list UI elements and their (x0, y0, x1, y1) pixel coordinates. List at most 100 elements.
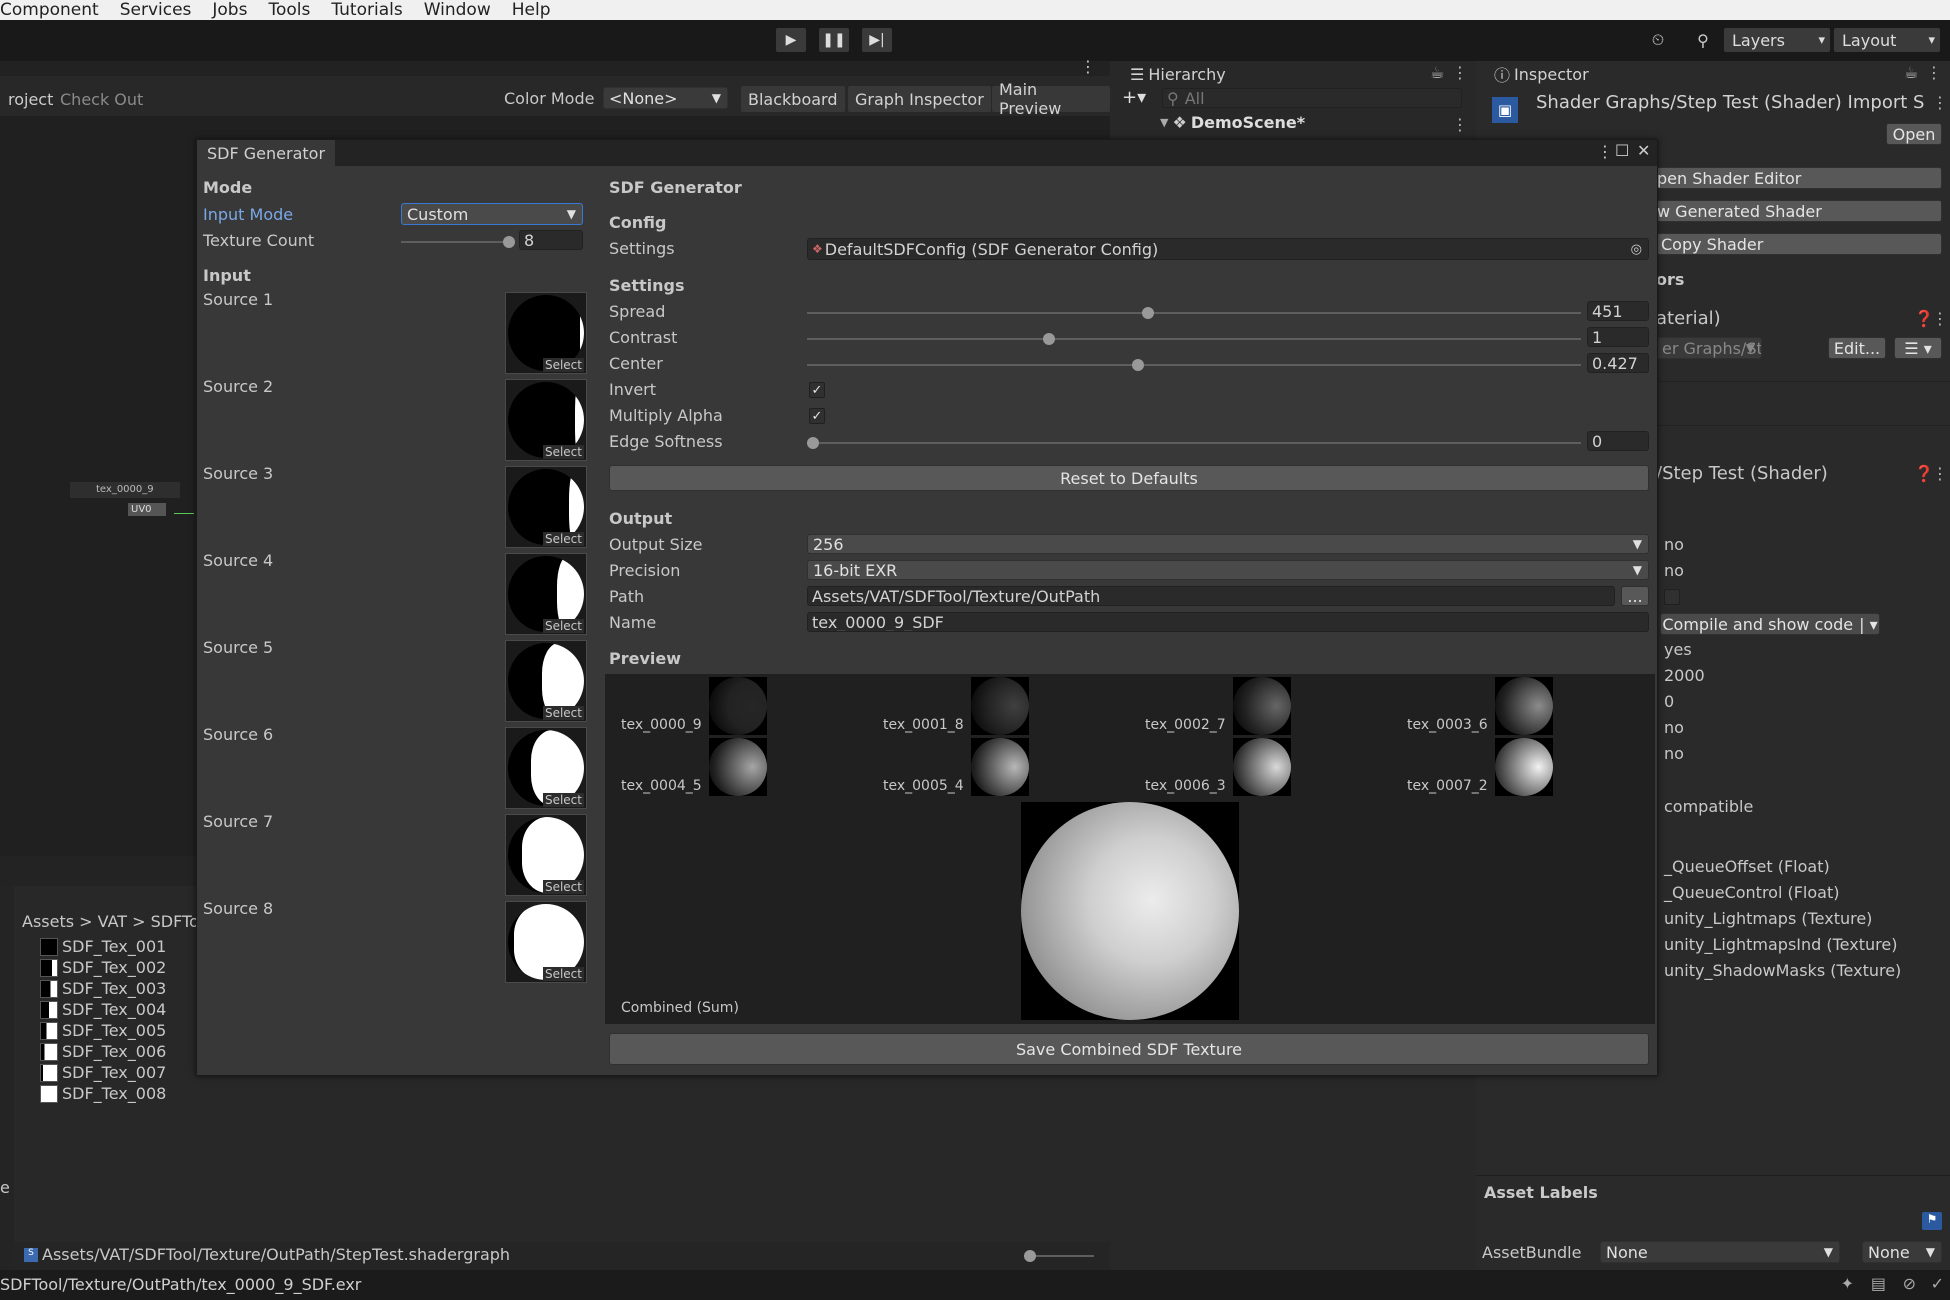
check-icon[interactable]: ✓ (1931, 1274, 1944, 1293)
name-input[interactable]: tex_0000_9_SDF (807, 612, 1649, 632)
edge-softness-slider[interactable] (807, 442, 1581, 444)
precision-dropdown[interactable]: 16-bit EXR ▼ (807, 560, 1649, 580)
invert-checkbox[interactable]: ✓ (809, 382, 825, 398)
hierarchy-search-input[interactable]: ⚲ All (1162, 88, 1462, 108)
texture-count-slider-handle[interactable] (503, 236, 515, 248)
graph-uv-port[interactable]: UV0 (128, 503, 166, 516)
help-icon[interactable]: ❓ (1914, 309, 1934, 328)
step-button[interactable]: ▶| (862, 28, 892, 52)
select-label[interactable]: Select (542, 445, 584, 459)
play-button[interactable]: ▶ (776, 28, 806, 52)
shader-graph-dropdown[interactable]: er Graphs/StepTes▼ (1656, 337, 1762, 359)
graph-inspector-button[interactable]: Graph Inspector (848, 86, 991, 112)
settings-object-field[interactable]: ❖ DefaultSDFConfig (SDF Generator Config)… (807, 238, 1649, 260)
menu-tutorials[interactable]: Tutorials (331, 0, 402, 20)
main-preview-button[interactable]: Main Preview (992, 80, 1110, 118)
layout-dropdown[interactable]: Layout (1834, 28, 1940, 52)
contrast-input[interactable]: 1 (1587, 327, 1649, 347)
window-tab[interactable]: SDF Generator (197, 140, 336, 166)
contrast-slider-handle[interactable] (1043, 333, 1056, 345)
list-item[interactable]: SDF_Tex_001 (40, 936, 166, 957)
blackboard-button[interactable]: Blackboard (741, 86, 845, 112)
texture-count-slider[interactable] (401, 241, 513, 243)
multiply-alpha-checkbox[interactable]: ✓ (809, 408, 825, 424)
list-item[interactable]: SDF_Tex_006 (40, 1041, 166, 1062)
list-item[interactable]: SDF_Tex_008 (40, 1083, 166, 1104)
source-texture-field[interactable]: Select (505, 379, 587, 461)
edit-button[interactable]: Edit... (1828, 337, 1886, 359)
expand-icon[interactable]: ▼ (1160, 116, 1168, 129)
source-texture-field[interactable]: Select (505, 292, 587, 374)
material-menu-icon[interactable]: ⋮ (1932, 309, 1948, 328)
select-label[interactable]: Select (542, 880, 584, 894)
view-generated-shader-button[interactable]: w Generated Shader (1656, 200, 1942, 222)
select-label[interactable]: Select (542, 706, 584, 720)
tab-inspector[interactable]: ⓘ Inspector (1486, 61, 1597, 87)
prop-checkbox[interactable] (1664, 589, 1680, 605)
menu-services[interactable]: Services (120, 0, 192, 20)
browse-button[interactable]: ... (1621, 586, 1649, 606)
menu-tools[interactable]: Tools (268, 0, 310, 20)
center-input[interactable]: 0.427 (1587, 353, 1649, 373)
source-texture-field[interactable]: Select (505, 901, 587, 983)
cache-icon[interactable]: ▤ (1871, 1274, 1886, 1293)
menu-help[interactable]: Help (512, 0, 551, 20)
tag-icon[interactable]: ⚑ (1922, 1212, 1942, 1230)
contrast-slider[interactable] (807, 338, 1581, 340)
source-texture-field[interactable]: Select (505, 640, 587, 722)
breadcrumb-vat[interactable]: VAT (98, 912, 127, 931)
window-menu-icon[interactable]: ⋮ (1597, 142, 1613, 161)
shader-menu-icon[interactable]: ⋮ (1932, 464, 1948, 483)
select-label[interactable]: Select (542, 793, 584, 807)
close-icon[interactable]: ✕ (1637, 141, 1650, 160)
center-slider[interactable] (807, 364, 1581, 366)
menu-component[interactable]: Component (0, 0, 99, 20)
spread-slider-handle[interactable] (1142, 307, 1155, 319)
center-slider-handle[interactable] (1132, 359, 1145, 371)
select-label[interactable]: Select (542, 967, 584, 981)
texture-count-input[interactable]: 8 (519, 230, 583, 250)
lock-icon[interactable]: ☕ (1904, 63, 1918, 82)
select-label[interactable]: Select (542, 619, 584, 633)
breadcrumb-sdftool[interactable]: SDFTo (151, 912, 199, 931)
layers-dropdown[interactable]: Layers (1724, 28, 1830, 52)
menu-jobs[interactable]: Jobs (212, 0, 247, 20)
scene-menu-icon[interactable]: ⋮ (1452, 115, 1468, 134)
search-button[interactable]: ⚲ (1688, 28, 1718, 52)
breadcrumb-assets[interactable]: Assets (22, 912, 74, 931)
menu-window[interactable]: Window (424, 0, 491, 20)
assetbundle-dropdown[interactable]: None ▼ (1600, 1241, 1840, 1263)
edge-softness-input[interactable]: 0 (1587, 431, 1649, 451)
spread-slider[interactable] (807, 312, 1581, 314)
maximize-icon[interactable]: ☐ (1615, 141, 1629, 160)
bug-icon[interactable]: ✦ (1841, 1274, 1854, 1293)
pause-button[interactable]: ❚❚ (819, 28, 849, 52)
add-icon[interactable]: +▾ (1122, 87, 1146, 108)
tab-checkout[interactable]: Check Out (52, 86, 151, 112)
hierarchy-menu-icon[interactable]: ⋮ (1452, 63, 1468, 82)
inspector-menu-icon[interactable]: ⋮ (1926, 63, 1942, 82)
source-texture-field[interactable]: Select (505, 814, 587, 896)
assetbundle-variant-dropdown[interactable]: None ▼ (1862, 1241, 1942, 1263)
network-icon[interactable]: ⊘ (1903, 1274, 1916, 1293)
list-item[interactable]: SDF_Tex_003 (40, 978, 166, 999)
copy-shader-button[interactable]: Copy Shader (1656, 233, 1942, 255)
list-item[interactable]: SDF_Tex_005 (40, 1020, 166, 1041)
reset-defaults-button[interactable]: Reset to Defaults (609, 465, 1649, 491)
scene-row[interactable]: ▼ ❖ DemoScene* (1160, 113, 1305, 132)
edge-softness-slider-handle[interactable] (807, 437, 819, 449)
graph-node-texture[interactable]: tex_0000_9 (70, 482, 180, 498)
help-icon[interactable]: ❓ (1914, 464, 1934, 483)
list-item[interactable]: SDF_Tex_004 (40, 999, 166, 1020)
input-mode-dropdown[interactable]: Custom ▼ (401, 203, 583, 225)
list-item[interactable]: SDF_Tex_007 (40, 1062, 166, 1083)
select-label[interactable]: Select (542, 532, 584, 546)
spread-input[interactable]: 451 (1587, 301, 1649, 321)
lock-icon[interactable]: ☕ (1430, 63, 1444, 82)
save-combined-sdf-button[interactable]: Save Combined SDF Texture (609, 1033, 1649, 1065)
object-picker-icon[interactable]: ◎ (1631, 242, 1642, 257)
options-dropdown[interactable]: ☰ ▾ (1894, 337, 1942, 359)
open-shader-editor-button[interactable]: pen Shader Editor (1656, 167, 1942, 189)
asset-menu-icon[interactable]: ⋮ (1932, 93, 1948, 112)
list-item[interactable]: SDF_Tex_002 (40, 957, 166, 978)
